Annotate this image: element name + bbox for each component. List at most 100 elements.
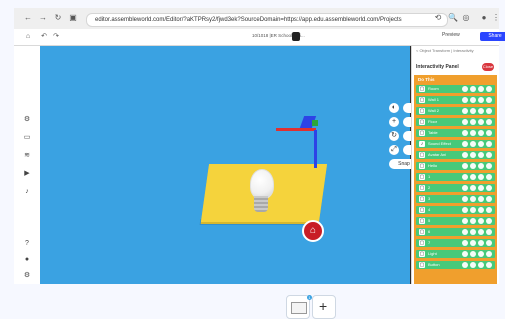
list-item[interactable]: ▢ 4 — [416, 206, 495, 214]
visibility-toggle-icon[interactable] — [462, 207, 468, 213]
more-options-icon[interactable] — [486, 229, 492, 235]
redo-icon[interactable]: ↷ — [52, 33, 60, 41]
trigger-toggle-icon[interactable] — [478, 262, 484, 268]
more-options-icon[interactable] — [486, 163, 492, 169]
more-options-icon[interactable] — [486, 207, 492, 213]
lock-toggle-icon[interactable] — [470, 174, 476, 180]
menu-icon[interactable]: ⋮ — [492, 14, 500, 22]
list-item[interactable]: ▢ Light — [416, 250, 495, 258]
more-options-icon[interactable] — [486, 262, 492, 268]
trigger-toggle-icon[interactable] — [478, 240, 484, 246]
list-item[interactable]: ▢ Button — [416, 261, 495, 269]
share-icon[interactable]: ⟲ — [434, 14, 442, 22]
list-item[interactable]: ▢ Room — [416, 85, 495, 93]
trigger-toggle-icon[interactable] — [478, 251, 484, 257]
list-item[interactable]: ▢ Wall 1 — [416, 96, 495, 104]
visibility-toggle-icon[interactable] — [462, 97, 468, 103]
list-item[interactable]: ♪ Sound Effect — [416, 140, 495, 148]
trigger-toggle-icon[interactable] — [478, 97, 484, 103]
user-icon[interactable]: ● — [23, 256, 31, 264]
close-panel-button[interactable]: Close — [482, 63, 494, 71]
music-icon[interactable]: ♪ — [23, 188, 31, 196]
gizmo-y-axis[interactable] — [314, 130, 317, 168]
visibility-toggle-icon[interactable] — [462, 185, 468, 191]
forward-arrow-icon[interactable]: → — [39, 14, 47, 22]
visibility-toggle-icon[interactable] — [462, 119, 468, 125]
list-item[interactable]: ▢ 2 — [416, 184, 495, 192]
home-icon[interactable]: ⌂ — [24, 33, 32, 41]
list-item[interactable]: ▢ Avatar Ani — [416, 151, 495, 159]
lock-toggle-icon[interactable] — [470, 240, 476, 246]
more-options-icon[interactable] — [486, 218, 492, 224]
trigger-toggle-icon[interactable] — [478, 185, 484, 191]
zoom-icon[interactable]: 🔍 — [448, 14, 458, 22]
list-item[interactable]: ▢ Hello — [416, 162, 495, 170]
list-item[interactable]: ▢ Floor — [416, 118, 495, 126]
list-item[interactable]: ▢ 3 — [416, 195, 495, 203]
visibility-toggle-icon[interactable] — [462, 196, 468, 202]
more-options-icon[interactable] — [486, 251, 492, 257]
more-options-icon[interactable] — [486, 174, 492, 180]
list-item[interactable]: ▢ Wall 2 — [416, 107, 495, 115]
more-options-icon[interactable] — [486, 86, 492, 92]
list-item[interactable]: ▢ 7 — [416, 239, 495, 247]
lock-toggle-icon[interactable] — [470, 152, 476, 158]
back-arrow-icon[interactable]: ← — [24, 14, 32, 22]
visibility-toggle-icon[interactable] — [462, 141, 468, 147]
play-icon[interactable]: ▶ — [23, 170, 31, 178]
lock-toggle-icon[interactable] — [470, 196, 476, 202]
lock-toggle-icon[interactable] — [470, 141, 476, 147]
lock-toggle-icon[interactable] — [470, 262, 476, 268]
visibility-toggle-icon[interactable] — [462, 130, 468, 136]
list-item[interactable]: ▢ Table — [416, 129, 495, 137]
trigger-toggle-icon[interactable] — [478, 119, 484, 125]
tabs-icon[interactable]: ▣ — [69, 14, 77, 22]
trigger-toggle-icon[interactable] — [478, 218, 484, 224]
lock-toggle-icon[interactable] — [470, 251, 476, 257]
visibility-toggle-icon[interactable] — [462, 262, 468, 268]
scale-icon[interactable]: ⤢ — [389, 145, 399, 155]
trigger-toggle-icon[interactable] — [478, 196, 484, 202]
trigger-toggle-icon[interactable] — [478, 141, 484, 147]
more-options-icon[interactable] — [486, 152, 492, 158]
object-library-button[interactable]: 1 — [286, 295, 312, 319]
trigger-toggle-icon[interactable] — [478, 130, 484, 136]
visibility-toggle-icon[interactable] — [462, 86, 468, 92]
lock-toggle-icon[interactable] — [470, 163, 476, 169]
lock-toggle-icon[interactable] — [470, 207, 476, 213]
trigger-toggle-icon[interactable] — [478, 163, 484, 169]
tools-icon[interactable]: ⚙ — [23, 116, 31, 124]
list-item[interactable]: ▢ 5 — [416, 217, 495, 225]
share-button[interactable]: Share — [480, 32, 505, 41]
panel-icon[interactable]: ▭ — [23, 134, 31, 142]
add-button[interactable]: + — [312, 295, 336, 319]
reload-icon[interactable]: ↻ — [54, 14, 62, 22]
visibility-toggle-icon[interactable] — [462, 229, 468, 235]
trigger-toggle-icon[interactable] — [478, 86, 484, 92]
help-icon[interactable]: ? — [23, 240, 31, 248]
trigger-toggle-icon[interactable] — [478, 229, 484, 235]
more-options-icon[interactable] — [486, 141, 492, 147]
more-options-icon[interactable] — [486, 108, 492, 114]
lock-toggle-icon[interactable] — [470, 185, 476, 191]
visibility-toggle-icon[interactable] — [462, 163, 468, 169]
panel-breadcrumb[interactable]: < Object Transform | Interactivity — [416, 48, 474, 53]
lock-toggle-icon[interactable] — [470, 229, 476, 235]
trigger-toggle-icon[interactable] — [478, 174, 484, 180]
lock-toggle-icon[interactable] — [470, 130, 476, 136]
rotate-icon[interactable]: ↻ — [389, 131, 399, 141]
settings-icon[interactable]: ⚙ — [23, 272, 31, 280]
more-options-icon[interactable] — [486, 119, 492, 125]
profile-icon[interactable]: ● — [480, 14, 488, 22]
visibility-toggle-icon[interactable] — [462, 218, 468, 224]
lock-toggle-icon[interactable] — [470, 97, 476, 103]
visibility-toggle-icon[interactable] — [462, 152, 468, 158]
trigger-toggle-icon[interactable] — [478, 108, 484, 114]
gizmo-green-handle[interactable] — [312, 120, 318, 126]
3d-viewport[interactable]: ⌂ ◐ Tools + Move ↻ Rotate ⤢ Scale Snap 1… — [40, 46, 433, 319]
move-icon[interactable]: + — [389, 117, 399, 127]
lock-toggle-icon[interactable] — [470, 119, 476, 125]
light-bulb-base[interactable] — [254, 196, 268, 212]
extensions-icon[interactable]: ◎ — [462, 14, 470, 22]
visibility-toggle-icon[interactable] — [462, 174, 468, 180]
